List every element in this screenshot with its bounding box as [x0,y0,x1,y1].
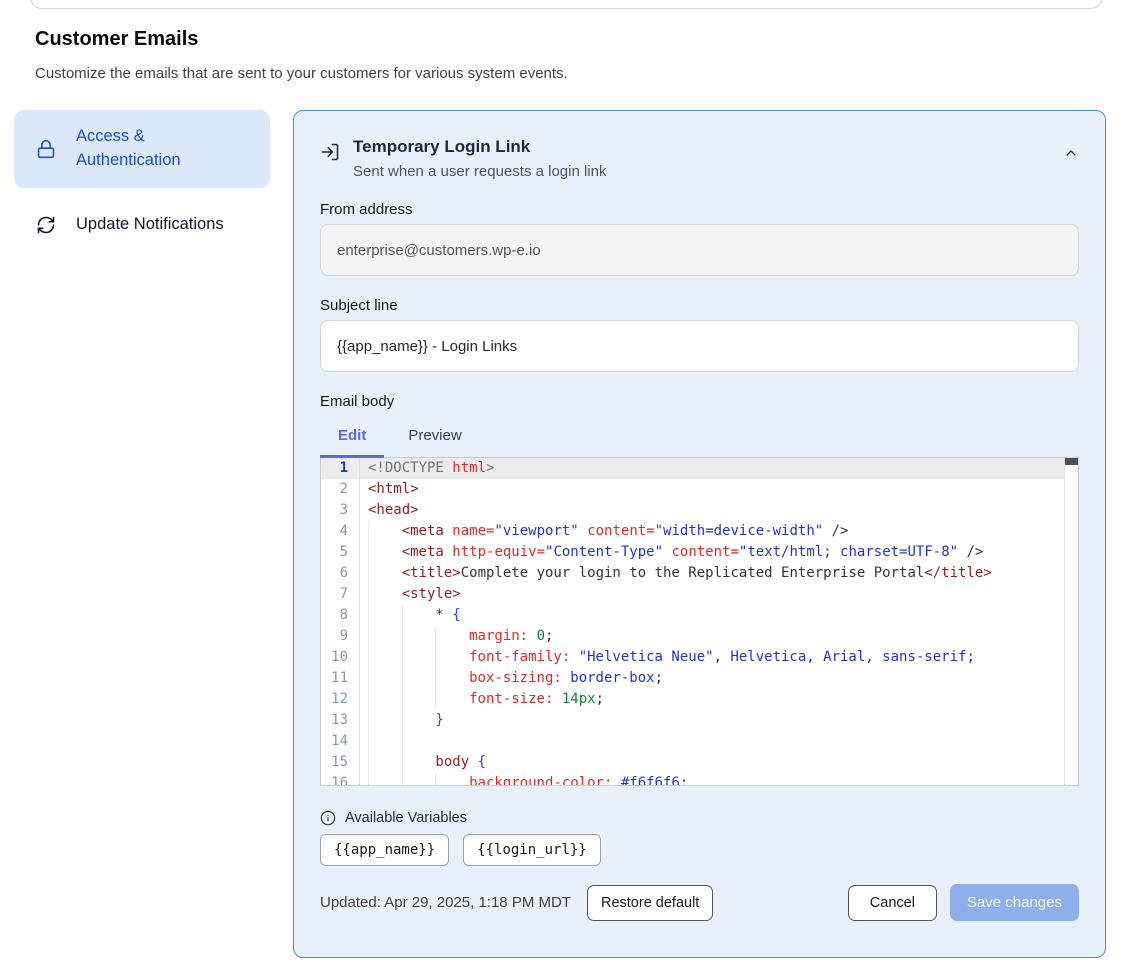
line-number: 5 [321,542,360,563]
line-number: 1 [321,458,360,479]
line-number: 8 [321,605,360,626]
editor-scrollbar-thumb[interactable] [1065,458,1078,465]
editor-lines: 1<!DOCTYPE html>2<html>3<head>4<meta nam… [321,458,1078,786]
code-text: <html> [360,479,419,500]
email-body-label: Email body [320,393,1079,410]
available-variables-label: Available Variables [345,810,467,826]
code-text: <style> [360,584,461,605]
code-text: font-family: "Helvetica Neue", Helvetica… [360,647,975,668]
code-text: <!DOCTYPE html> [360,458,494,479]
line-number: 7 [321,584,360,605]
code-text: body { [360,752,486,773]
refresh-icon [36,215,56,235]
page-subtitle: Customize the emails that are sent to yo… [35,65,568,82]
line-number: 4 [321,521,360,542]
variable-chip[interactable]: {{login_url}} [463,834,601,866]
editor-line[interactable]: 12font-size: 14px; [321,689,1078,710]
editor-line[interactable]: 2<html> [321,479,1078,500]
previous-card-bottom-edge [30,0,1103,9]
temporary-login-link-panel: Temporary Login Link Sent when a user re… [293,110,1106,958]
panel-header: Temporary Login Link Sent when a user re… [320,137,1079,180]
editor-line[interactable]: 1<!DOCTYPE html> [321,458,1078,479]
email-body-tabs: EditPreview [320,417,1079,457]
from-address-label: From address [320,201,1079,218]
code-text: <head> [360,500,419,521]
cancel-button[interactable]: Cancel [848,885,937,921]
editor-line[interactable]: 13} [321,710,1078,731]
code-text: margin: 0; [360,626,553,647]
line-number: 12 [321,689,360,710]
editor-line[interactable]: 9margin: 0; [321,626,1078,647]
line-number: 13 [321,710,360,731]
panel-header-text: Temporary Login Link Sent when a user re… [353,137,606,180]
line-number: 11 [321,668,360,689]
editor-line[interactable]: 7<style> [321,584,1078,605]
editor-scrollbar-track[interactable] [1064,458,1078,785]
log-in-icon [320,142,340,180]
panel-title: Temporary Login Link [353,137,606,157]
code-text [360,731,435,752]
lock-icon [36,139,56,159]
sidebar-item-access-authentication[interactable]: Access & Authentication [14,110,270,188]
available-variables-row: Available Variables [320,810,1079,826]
editor-line[interactable]: 4<meta name="viewport" content="width=de… [321,521,1078,542]
editor-line[interactable]: 15body { [321,752,1078,773]
code-text: font-size: 14px; [360,689,604,710]
editor-line[interactable]: 5<meta http-equiv="Content-Type" content… [321,542,1078,563]
code-text: * { [360,605,461,626]
email-body-code-editor[interactable]: 1<!DOCTYPE html>2<html>3<head>4<meta nam… [320,457,1079,786]
line-number: 16 [321,773,360,786]
line-number: 6 [321,563,360,584]
updated-timestamp: Updated: Apr 29, 2025, 1:18 PM MDT [320,894,571,911]
line-number: 9 [321,626,360,647]
editor-line[interactable]: 6<title>Complete your login to the Repli… [321,563,1078,584]
code-text: <meta name="viewport" content="width=dev… [360,521,849,542]
customer-emails-page: Customer Emails Customize the emails tha… [0,0,1128,980]
line-number: 2 [321,479,360,500]
editor-line[interactable]: 10font-family: "Helvetica Neue", Helveti… [321,647,1078,668]
editor-line[interactable]: 8* { [321,605,1078,626]
info-icon [320,810,336,826]
line-number: 3 [321,500,360,521]
variable-chip[interactable]: {{app_name}} [320,834,449,866]
page-title: Customer Emails [35,28,198,51]
code-text: <title>Complete your login to the Replic… [360,563,992,584]
tab-preview[interactable]: Preview [390,417,479,457]
save-changes-button[interactable]: Save changes [950,884,1079,921]
editor-line[interactable]: 16background-color: #f6f6f6; [321,773,1078,786]
chevron-up-icon[interactable] [1063,145,1079,180]
code-text: box-sizing: border-box; [360,668,663,689]
from-address-input[interactable] [320,224,1079,276]
sidebar-item-label: Access & Authentication [76,125,226,173]
subject-line-input[interactable] [320,320,1079,372]
line-number: 10 [321,647,360,668]
editor-line[interactable]: 3<head> [321,500,1078,521]
panel-subtitle: Sent when a user requests a login link [353,163,606,180]
code-text: <meta http-equiv="Content-Type" content=… [360,542,983,563]
email-types-sidebar: Access & Authentication Update Notificati… [14,110,270,252]
code-text: background-color: #f6f6f6; [360,773,688,786]
editor-line[interactable]: 14 [321,731,1078,752]
code-text: } [360,710,444,731]
restore-default-button[interactable]: Restore default [587,885,713,921]
variable-chips: {{app_name}} {{login_url}} [320,834,1079,866]
subject-line-label: Subject line [320,297,1079,314]
line-number: 15 [321,752,360,773]
panel-footer: Updated: Apr 29, 2025, 1:18 PM MDT Resto… [320,884,1079,921]
sidebar-item-label: Update Notifications [76,213,224,237]
sidebar-item-update-notifications[interactable]: Update Notifications [14,198,270,252]
editor-line[interactable]: 11box-sizing: border-box; [321,668,1078,689]
tab-edit[interactable]: Edit [320,417,384,457]
line-number: 14 [321,731,360,752]
